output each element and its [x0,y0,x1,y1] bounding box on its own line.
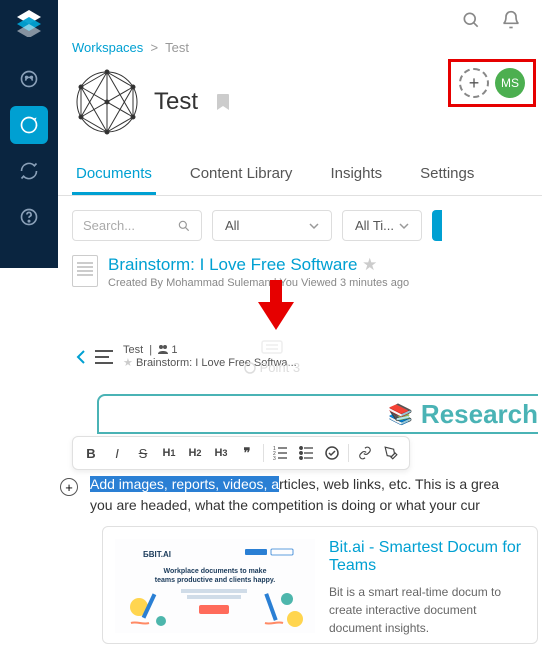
nav-help[interactable] [10,198,48,236]
italic-button[interactable]: I [105,441,129,465]
chevron-down-icon [399,221,409,231]
search-icon[interactable] [460,9,482,31]
nav-sync[interactable] [10,152,48,190]
filter-time-value: All Ti... [355,218,394,233]
bell-icon[interactable] [500,9,522,31]
filter-type-select[interactable]: All [212,210,332,241]
books-icon: 📚 [388,402,413,427]
editor-toolbar: B I S H1 H2 H3 ❞ 123 [72,436,410,470]
checklist-button[interactable] [320,441,344,465]
strike-button[interactable]: S [131,441,155,465]
h2-button[interactable]: H2 [183,441,207,465]
workspace-icon [72,67,142,137]
link-button[interactable] [353,441,377,465]
tab-documents[interactable]: Documents [72,155,156,195]
svg-text:ƂBIT.AI: ƂBIT.AI [143,550,171,559]
card-thumbnail: ƂBIT.AI Workplace documents to make team… [115,539,315,633]
topbar [58,0,542,40]
h1-button[interactable]: H1 [157,441,181,465]
nav-workspaces[interactable] [10,106,48,144]
tabs: Documents Content Library Insights Setti… [58,155,542,196]
search-placeholder: Search... [83,218,135,233]
link-card[interactable]: ƂBIT.AI Workplace documents to make team… [102,526,538,644]
document-icon [72,255,98,287]
workspace-title: Test [154,88,198,116]
ordered-list-button[interactable]: 123 [268,441,292,465]
annotation-arrow [258,280,294,330]
doc-title[interactable]: Brainstorm: I Love Free Software ★ [108,255,409,275]
bookmark-icon[interactable] [216,93,230,111]
phantom-element: Point 3 [244,340,300,375]
bold-button[interactable]: B [79,441,103,465]
tab-content-library[interactable]: Content Library [186,155,297,195]
star-icon[interactable]: ★ [123,357,133,369]
svg-text:teams productive and clients h: teams productive and clients happy. [155,577,276,584]
filter-type-value: All [225,218,239,233]
search-input[interactable]: Search... [72,210,202,241]
highlighted-text: Add images, reports, videos, a [90,476,279,492]
card-description: Bit is a smart real-time docum to create… [329,583,525,637]
bullet-list-button[interactable] [294,441,318,465]
quote-button[interactable]: ❞ [235,441,259,465]
svg-text:Workplace documents to make: Workplace documents to make [164,568,267,575]
breadcrumb-root[interactable]: Workspaces [72,40,143,55]
doc-row[interactable]: Brainstorm: I Love Free Software ★ Creat… [58,255,542,289]
research-section: 📚 Research [97,394,538,434]
breadcrumb-sep: > [151,40,159,55]
tab-insights[interactable]: Insights [326,155,386,195]
filter-row: Search... All All Ti... [58,196,542,255]
research-heading: Research [421,399,538,430]
main-area: Workspaces > Test Test + MS Documents Co… [58,0,542,289]
app-logo [13,6,45,38]
menu-icon[interactable] [95,350,113,364]
member-controls: + MS [448,59,536,107]
add-block-button[interactable]: + [60,478,78,496]
highlight-button[interactable] [379,441,403,465]
avatar[interactable]: MS [495,68,525,98]
body-text[interactable]: Add images, reports, videos, articles, w… [90,474,538,516]
workspace-header: Test [72,67,230,137]
tab-settings[interactable]: Settings [416,155,478,195]
chevron-down-icon [309,221,319,231]
sidebar [0,0,58,268]
h3-button[interactable]: H3 [209,441,233,465]
new-button[interactable] [432,210,442,241]
breadcrumb-current: Test [165,40,189,55]
nav-dashboard[interactable] [10,60,48,98]
back-button[interactable] [76,350,85,364]
svg-text:3: 3 [273,456,276,460]
add-member-button[interactable]: + [459,68,489,98]
filter-time-select[interactable]: All Ti... [342,210,422,241]
card-title: Bit.ai - Smartest Docum for Teams [329,539,525,575]
star-icon[interactable]: ★ [362,255,377,274]
